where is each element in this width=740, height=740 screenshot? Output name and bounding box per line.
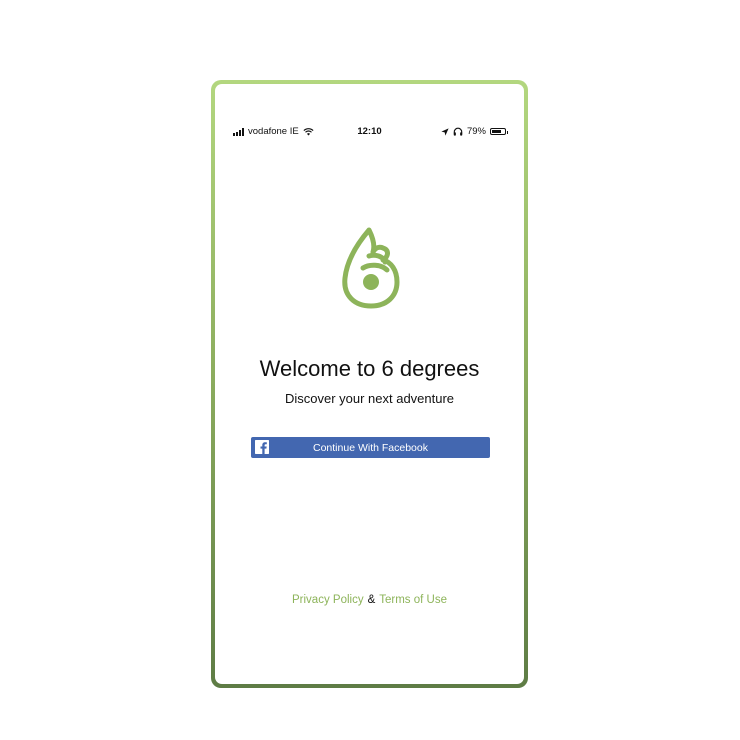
facebook-button-label: Continue With Facebook [313,441,428,454]
welcome-title: Welcome to 6 degrees [259,356,480,381]
status-bar: vodafone IE 12:10 79% [215,124,524,140]
phone-frame: vodafone IE 12:10 79% Welcome to 6 degre… [211,80,528,688]
hand-logo-icon [342,227,400,309]
app-screen: vodafone IE 12:10 79% Welcome to 6 degre… [215,84,524,684]
battery-percent: 79% [466,126,486,137]
privacy-policy-link[interactable]: Privacy Policy [292,594,364,606]
continue-with-facebook-button[interactable]: Continue With Facebook [251,437,490,458]
battery-icon [490,128,508,135]
status-right: 79% [441,126,508,137]
footer-separator: & [367,594,376,606]
terms-of-use-link[interactable]: Terms of Use [379,594,447,606]
tagline: Discover your next adventure [284,391,455,406]
legal-footer: Privacy Policy & Terms of Use [215,594,524,606]
headphones-icon [453,127,463,136]
location-icon [441,127,449,136]
facebook-icon [255,440,269,454]
